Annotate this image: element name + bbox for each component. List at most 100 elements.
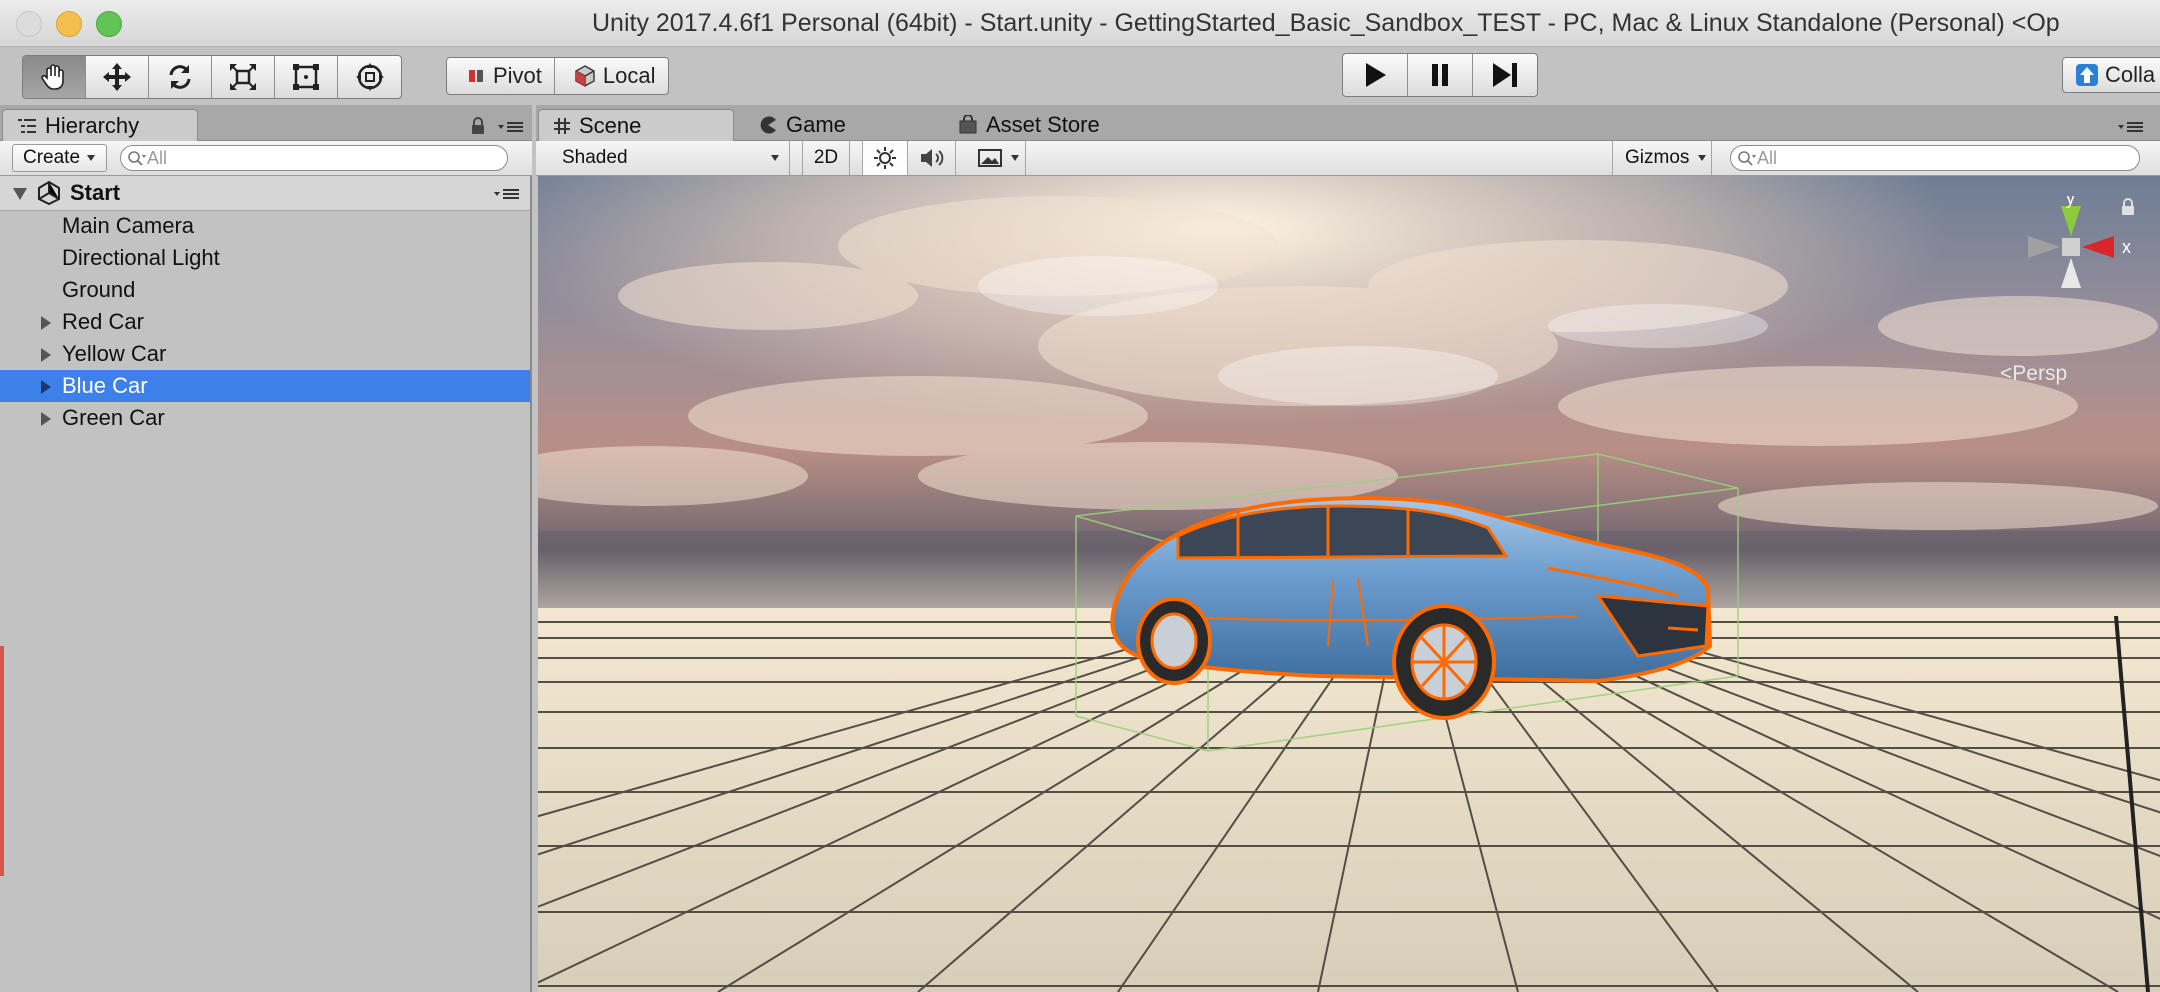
sun-icon	[874, 147, 896, 169]
tab-asset-store[interactable]: Asset Store	[958, 109, 1100, 141]
pause-icon	[1432, 64, 1448, 86]
audio-toggle[interactable]	[910, 141, 956, 175]
asset-store-tab-label: Asset Store	[986, 112, 1100, 137]
search-icon	[1738, 151, 1756, 166]
grid-icon	[554, 117, 570, 134]
hierarchy-item-label: Ground	[62, 277, 136, 302]
scene-search-input[interactable]: All	[1730, 145, 2140, 171]
mode-2d-toggle[interactable]: 2D	[802, 141, 850, 175]
hierarchy-item-label: Blue Car	[62, 373, 148, 398]
transform-tool-button[interactable]	[338, 56, 401, 98]
hierarchy-panel: Start Main Camera Directional Light Grou…	[0, 176, 532, 992]
local-label: Local	[602, 63, 656, 88]
window-titlebar: Unity 2017.4.6f1 Personal (64bit) - Star…	[0, 0, 2160, 47]
expand-arrow-icon[interactable]	[12, 187, 28, 201]
create-label: Create	[23, 147, 81, 168]
hierarchy-item-label: Main Camera	[62, 213, 195, 238]
scene-name: Start	[70, 180, 121, 205]
hierarchy-item-yellow-car[interactable]: Yellow Car	[0, 338, 530, 370]
panel-edge-marker	[0, 646, 4, 876]
shading-mode-dropdown[interactable]: Shaded	[536, 141, 790, 175]
cube-icon	[575, 65, 595, 87]
scene-root-row[interactable]: Start	[0, 176, 530, 211]
shading-mode-value: Shaded	[562, 147, 628, 168]
expand-arrow-icon[interactable]	[40, 379, 52, 395]
tab-hierarchy[interactable]: Hierarchy	[2, 109, 198, 141]
move-tool-button[interactable]	[86, 56, 149, 98]
transform-icon	[355, 63, 384, 91]
list-icon	[18, 118, 36, 133]
pause-button[interactable]	[1408, 54, 1473, 96]
collab-button[interactable]: Colla	[2062, 57, 2160, 93]
hierarchy-item-blue-car[interactable]: Blue Car	[0, 370, 530, 402]
close-window-button[interactable]	[16, 11, 42, 37]
hierarchy-tab-label: Hierarchy	[45, 112, 140, 138]
rotate-tool-button[interactable]	[149, 56, 212, 98]
hierarchy-search-input[interactable]: All	[120, 145, 508, 171]
hierarchy-search-placeholder: All	[147, 147, 168, 168]
caret-down-icon	[1011, 155, 1019, 161]
scale-icon	[230, 64, 256, 90]
tab-scene[interactable]: Scene	[538, 109, 734, 141]
hand-tool-button[interactable]	[23, 56, 86, 98]
caret-down-icon	[87, 155, 96, 161]
hand-icon	[41, 64, 64, 90]
scene-render	[538, 176, 2160, 992]
tab-game[interactable]: Game	[758, 109, 846, 141]
bag-icon	[959, 115, 977, 134]
image-icon	[978, 149, 1002, 167]
effects-dropdown[interactable]	[966, 141, 1026, 175]
unity-scene-icon	[38, 180, 60, 206]
transform-tools	[22, 55, 402, 99]
caret-down-icon	[771, 155, 779, 161]
hierarchy-item-red-car[interactable]: Red Car	[0, 306, 530, 338]
gizmo-lock-icon[interactable]	[2120, 198, 2136, 216]
projection-toggle[interactable]: <Persp	[2000, 362, 2067, 386]
gizmos-label: Gizmos	[1625, 147, 1690, 168]
panel-menu-icon[interactable]	[2118, 121, 2144, 133]
rect-tool-button[interactable]	[275, 56, 338, 98]
maximize-window-button[interactable]	[96, 11, 122, 37]
collab-label: Colla	[2105, 62, 2156, 87]
pivot-local-toggle: Pivot Local	[446, 57, 669, 95]
rect-icon	[293, 64, 319, 90]
hierarchy-item-directional-light[interactable]: Directional Light	[0, 242, 530, 274]
hierarchy-item-green-car[interactable]: Green Car	[0, 402, 530, 434]
window-title: Unity 2017.4.6f1 Personal (64bit) - Star…	[592, 9, 2060, 37]
scene-menu-icon[interactable]	[494, 188, 520, 200]
hierarchy-tabbar: Hierarchy	[0, 105, 532, 141]
panel-menu-icon[interactable]	[498, 121, 524, 133]
caret-down-icon	[1698, 155, 1706, 161]
scene-viewport[interactable]: y x <Persp	[538, 176, 2160, 992]
gizmo-axis-y: y	[2066, 196, 2075, 208]
search-icon	[128, 151, 146, 166]
create-dropdown[interactable]: Create	[12, 144, 108, 172]
pivot-button[interactable]: Pivot	[447, 58, 554, 94]
game-tab-label: Game	[786, 112, 846, 137]
gizmo-axis-x: x	[2122, 237, 2131, 257]
expand-arrow-icon[interactable]	[40, 315, 52, 331]
minimize-window-button[interactable]	[56, 11, 82, 37]
pivot-label: Pivot	[493, 63, 542, 88]
expand-arrow-icon[interactable]	[40, 411, 52, 427]
play-button[interactable]	[1343, 54, 1408, 96]
projection-label: Persp	[2012, 362, 2068, 385]
scale-tool-button[interactable]	[212, 56, 275, 98]
persp-arrow-icon: <	[2000, 362, 2013, 385]
lock-icon[interactable]	[470, 117, 486, 135]
move-arrows-icon	[103, 63, 131, 91]
hierarchy-item-label: Yellow Car	[62, 341, 167, 366]
gizmos-dropdown[interactable]: Gizmos	[1612, 141, 1712, 175]
playback-controls	[1342, 53, 1538, 97]
hierarchy-item-main-camera[interactable]: Main Camera	[0, 210, 530, 242]
step-button[interactable]	[1473, 54, 1537, 96]
speaker-icon	[920, 149, 943, 167]
step-icon	[1493, 63, 1517, 87]
expand-arrow-icon[interactable]	[40, 347, 52, 363]
lighting-toggle[interactable]	[862, 141, 908, 175]
hierarchy-item-label: Directional Light	[62, 245, 220, 270]
local-button[interactable]: Local	[553, 58, 668, 94]
hierarchy-toolbar: Create All	[0, 141, 532, 176]
pacman-icon	[760, 116, 776, 134]
hierarchy-item-ground[interactable]: Ground	[0, 274, 530, 306]
